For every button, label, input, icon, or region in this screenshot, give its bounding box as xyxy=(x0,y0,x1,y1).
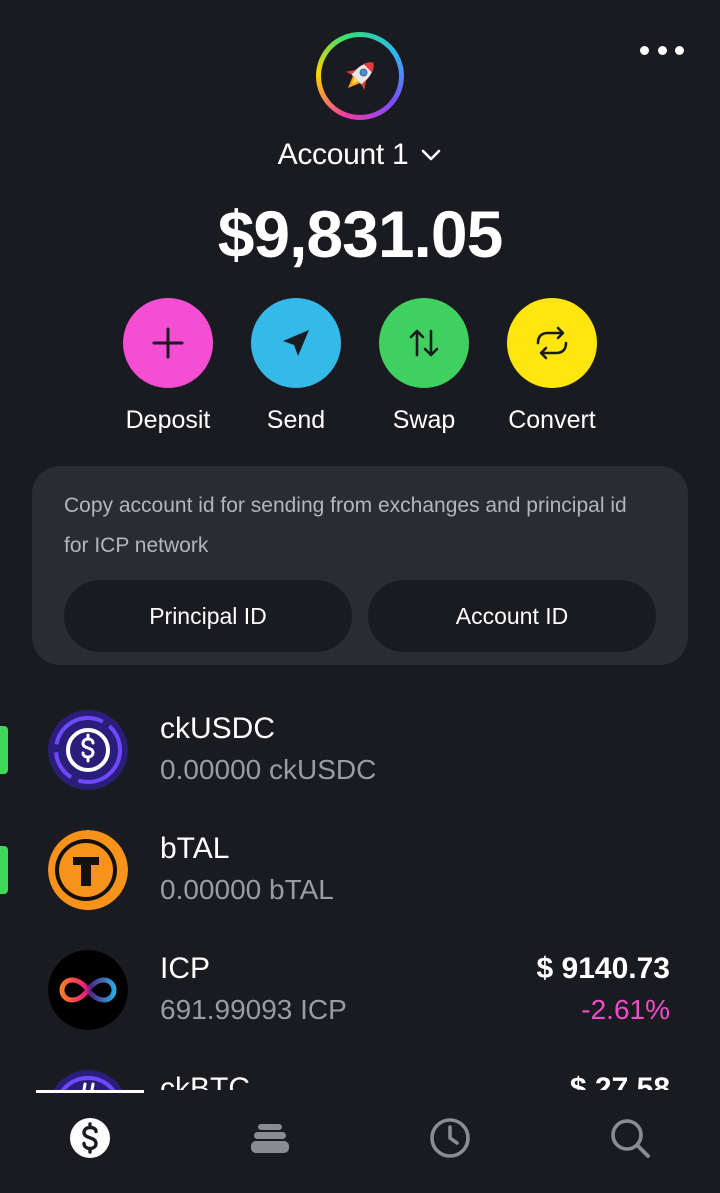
copy-id-panel: Copy account id for sending from exchang… xyxy=(32,466,688,665)
tab-collectibles[interactable] xyxy=(246,1114,294,1162)
token-marker xyxy=(0,846,8,894)
token-usd-value: $ 27.58 xyxy=(569,1072,670,1090)
swap-circle xyxy=(379,298,469,388)
dollar-icon xyxy=(70,1118,110,1158)
convert-button[interactable]: Convert xyxy=(488,298,616,435)
chevron-down-icon xyxy=(422,149,441,161)
more-dot xyxy=(675,45,684,55)
account-name: Account 1 xyxy=(277,138,409,171)
token-amount: 0.00000 ckUSDC xyxy=(160,754,377,785)
send-label: Send xyxy=(266,406,326,434)
clock-icon xyxy=(430,1118,470,1158)
token-row-btal[interactable]: bTAL 0.00000 bTAL xyxy=(0,820,720,940)
ckbtc-logo-icon xyxy=(53,1070,123,1090)
token-name: ICP xyxy=(160,952,211,985)
account-selector[interactable]: Account 1 xyxy=(0,138,720,172)
active-tab-indicator xyxy=(36,1090,144,1093)
swap-arrows-icon xyxy=(409,329,439,357)
account-avatar[interactable] xyxy=(316,32,404,120)
action-bar: Deposit Send Swap Convert xyxy=(104,298,616,435)
tab-tokens[interactable] xyxy=(66,1114,114,1162)
deposit-button[interactable]: Deposit xyxy=(104,298,232,435)
rocket-icon xyxy=(345,62,374,91)
paper-plane-icon xyxy=(283,330,309,356)
send-circle xyxy=(251,298,341,388)
token-marker xyxy=(0,726,8,774)
btal-logo-icon xyxy=(48,830,128,910)
token-row-icp[interactable]: ICP 691.99093 ICP $ 9140.73 -2.61% xyxy=(0,940,720,1060)
total-balance: $9,831.05 xyxy=(217,197,504,271)
token-name: ckUSDC xyxy=(160,712,276,745)
bottom-tab-bar xyxy=(0,1090,720,1193)
more-options-button[interactable] xyxy=(640,36,684,64)
account-id-button[interactable]: Account ID xyxy=(368,580,656,652)
convert-circle xyxy=(507,298,597,388)
send-button[interactable]: Send xyxy=(232,298,360,435)
more-dot xyxy=(657,45,667,55)
search-icon xyxy=(611,1119,650,1158)
swap-label: Swap xyxy=(392,406,456,434)
ckusdc-logo-icon xyxy=(48,710,128,790)
tab-explore[interactable] xyxy=(606,1114,654,1162)
deposit-label: Deposit xyxy=(125,406,211,434)
avatar-inner xyxy=(321,37,399,115)
token-list[interactable]: ckUSDC 0.00000 ckUSDC bTAL 0.00000 bTAL xyxy=(0,690,720,1090)
copy-id-description: Copy account id for sending from exchang… xyxy=(64,494,627,557)
icp-logo-icon xyxy=(48,950,128,1030)
token-row-ckbtc[interactable]: ckBTC $ 27.58 xyxy=(0,1060,720,1090)
copy-id-buttons: Principal ID Account ID xyxy=(64,580,656,652)
more-dot xyxy=(640,45,649,55)
swap-button[interactable]: Swap xyxy=(360,298,488,435)
token-row-ckusdc[interactable]: ckUSDC 0.00000 ckUSDC xyxy=(0,700,720,820)
stack-icon xyxy=(251,1124,289,1153)
plus-icon xyxy=(152,327,184,359)
convert-icon xyxy=(536,326,568,360)
deposit-circle xyxy=(123,298,213,388)
token-name: bTAL xyxy=(160,832,230,865)
token-name: ckBTC xyxy=(160,1072,250,1090)
tab-activity[interactable] xyxy=(426,1114,474,1162)
token-amount: 691.99093 ICP xyxy=(160,994,347,1025)
principal-id-button[interactable]: Principal ID xyxy=(64,580,352,652)
token-amount: 0.00000 bTAL xyxy=(160,874,334,905)
token-usd-value: $ 9140.73 xyxy=(536,952,670,985)
token-price-change: -2.61% xyxy=(581,994,670,1025)
convert-label: Convert xyxy=(508,406,596,434)
